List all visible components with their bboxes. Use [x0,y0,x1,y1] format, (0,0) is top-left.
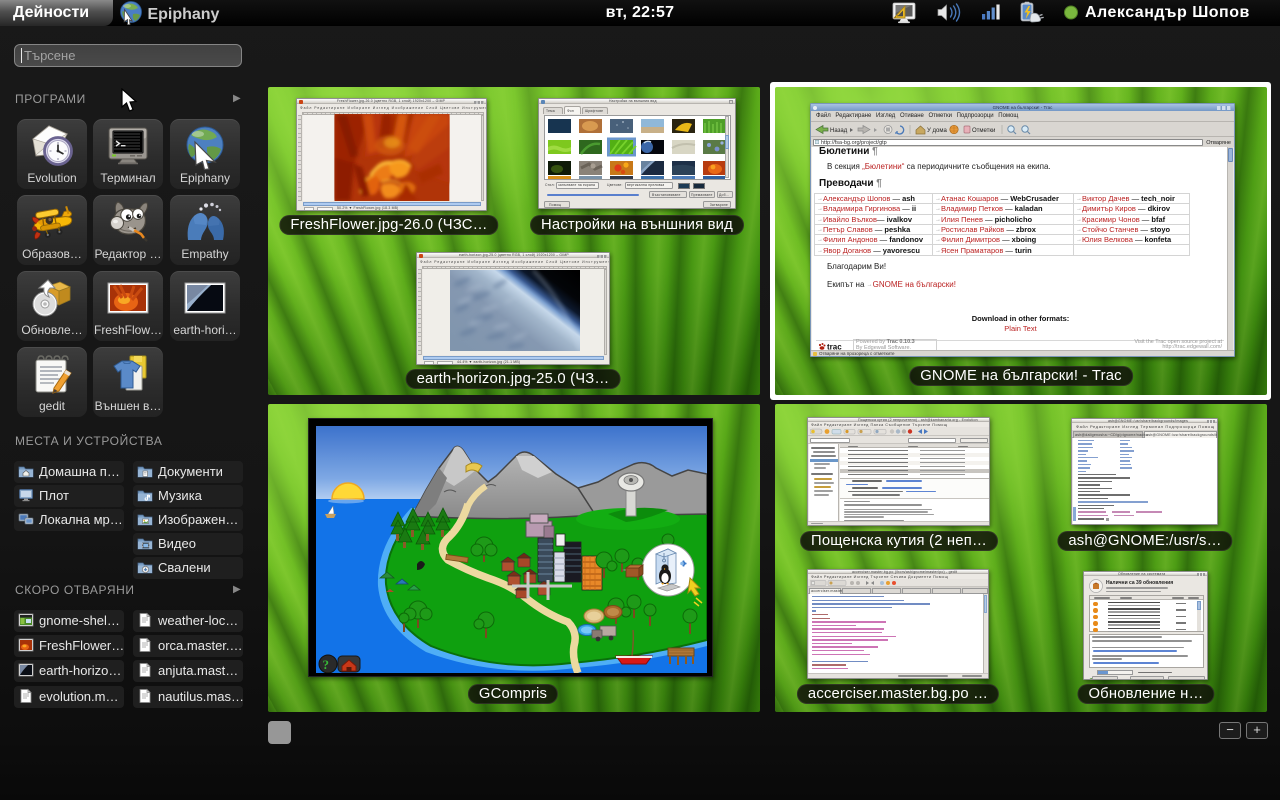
svg-text:Назад: Назад [830,128,848,134]
svg-text:У дома: У дома [927,128,947,134]
svg-text:Отметки: Отметки [972,128,995,134]
svg-text:?: ? [323,657,330,672]
